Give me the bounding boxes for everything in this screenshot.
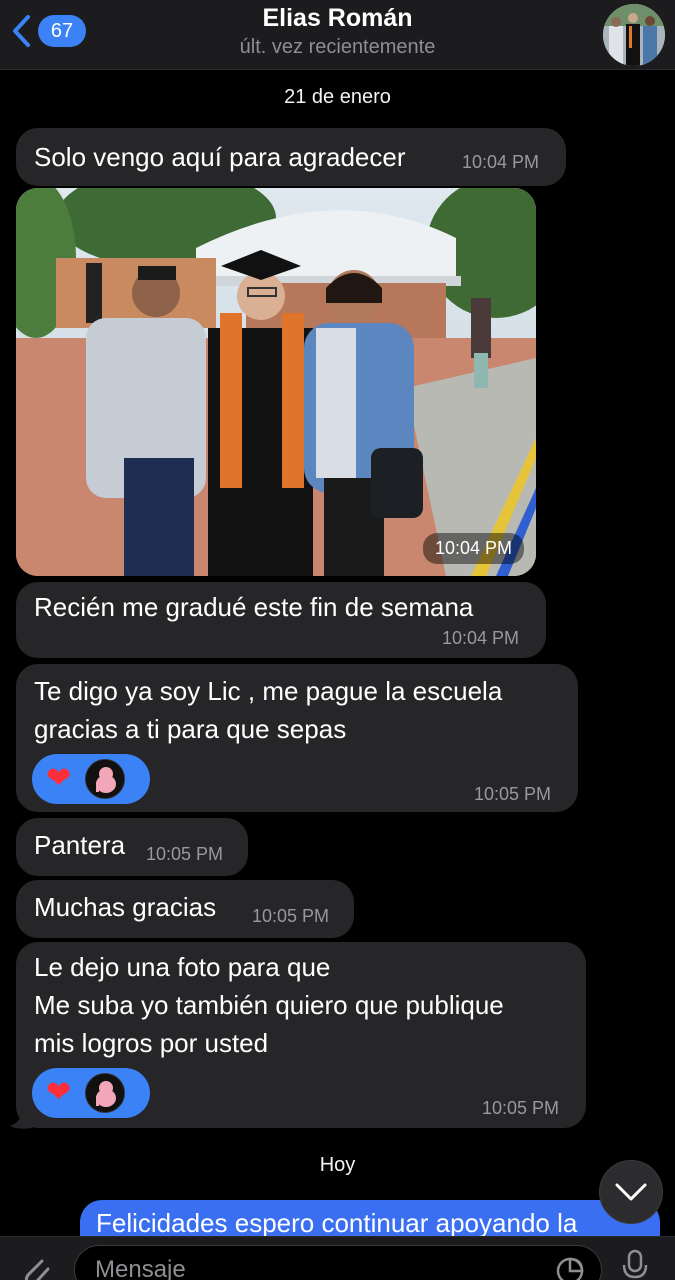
message-bubble[interactable]: Recién me gradué este fin de semana 10:0… bbox=[16, 582, 546, 658]
message-time: 10:04 PM bbox=[442, 628, 520, 648]
message-text: Solo vengo aquí para agradecer bbox=[34, 142, 406, 172]
graduation-photo bbox=[16, 188, 536, 576]
message-time: 10:04 PM bbox=[462, 152, 540, 172]
sticker-icon[interactable] bbox=[555, 1256, 585, 1280]
scroll-to-bottom-button[interactable] bbox=[599, 1160, 663, 1224]
contact-avatar[interactable] bbox=[603, 4, 665, 66]
date-separator: Hoy bbox=[319, 1154, 356, 1176]
reactor-avatar bbox=[85, 759, 126, 799]
message-bubble[interactable]: Le dejo una foto para que Me suba yo tam… bbox=[16, 942, 586, 1128]
message-text-line: gracias a ti para que sepas bbox=[34, 714, 347, 744]
date-separator: 21 de enero bbox=[284, 86, 391, 108]
message-text-line: mis logros por usted bbox=[34, 1028, 269, 1058]
microphone-icon[interactable] bbox=[620, 1249, 650, 1280]
message-text-line: Te digo ya soy Lic , me pague la escuela bbox=[34, 676, 503, 706]
message-text: Muchas gracias bbox=[34, 892, 217, 922]
message-input-field[interactable] bbox=[74, 1245, 602, 1280]
reactor-avatar bbox=[85, 1073, 126, 1113]
bubble-tail bbox=[10, 1108, 32, 1129]
heart-icon: ❤ bbox=[46, 1076, 72, 1109]
message-text: Felicidades espero continuar apoyando la bbox=[96, 1208, 578, 1238]
last-seen-status: últ. vez recientemente bbox=[239, 36, 436, 58]
message-bubble[interactable]: Muchas gracias 10:05 PM bbox=[16, 880, 354, 938]
message-bubble[interactable]: Pantera 10:05 PM bbox=[16, 818, 248, 876]
chat-header: 67 Elias Román últ. vez recientemente bbox=[0, 0, 675, 70]
message-text-line: Le dejo una foto para que bbox=[34, 952, 331, 982]
message-text: Pantera bbox=[34, 830, 126, 860]
message-bubble[interactable]: Te digo ya soy Lic , me pague la escuela… bbox=[16, 664, 578, 812]
contact-name[interactable]: Elias Román bbox=[0, 4, 675, 33]
photo-message[interactable]: 10:04 PM bbox=[16, 188, 536, 576]
composer-bar bbox=[0, 1236, 675, 1280]
message-time: 10:05 PM bbox=[146, 844, 224, 864]
message-time: 10:05 PM bbox=[252, 906, 330, 926]
message-time: 10:05 PM bbox=[474, 784, 552, 804]
chevron-down-icon bbox=[615, 1183, 647, 1201]
reactions[interactable]: ❤ bbox=[32, 754, 150, 804]
heart-icon: ❤ bbox=[46, 762, 72, 795]
message-text-line: Me suba yo también quiero que publique bbox=[34, 990, 504, 1020]
message-input[interactable] bbox=[95, 1256, 535, 1280]
attach-icon[interactable] bbox=[18, 1253, 54, 1280]
message-time: 10:05 PM bbox=[482, 1098, 560, 1118]
reactions[interactable]: ❤ bbox=[32, 1068, 150, 1118]
photo-time: 10:04 PM bbox=[422, 533, 524, 564]
message-bubble[interactable]: Solo vengo aquí para agradecer 10:04 PM bbox=[16, 128, 566, 186]
message-text: Recién me gradué este fin de semana bbox=[34, 592, 474, 622]
